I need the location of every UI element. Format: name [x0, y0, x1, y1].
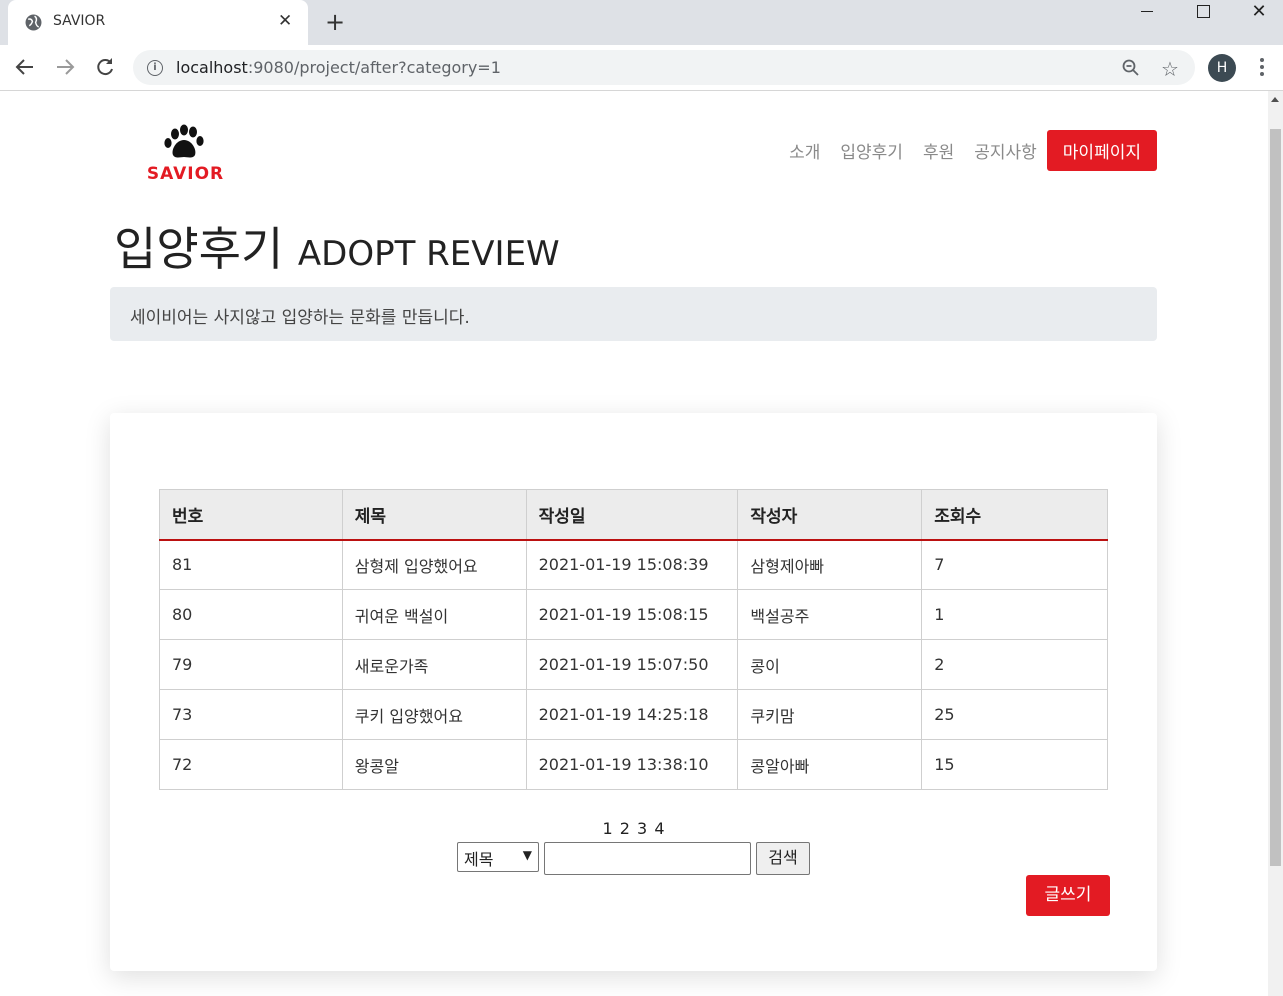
- info-icon[interactable]: i: [147, 60, 163, 76]
- back-icon[interactable]: [13, 55, 37, 79]
- browser-tabstrip: SAVIOR ✕ + ✕: [0, 0, 1283, 45]
- cell-views: 25: [921, 689, 1108, 740]
- cell-views: 1: [921, 589, 1108, 640]
- cell-views: 2: [921, 639, 1108, 690]
- mypage-button[interactable]: 마이페이지: [1046, 130, 1157, 171]
- pagination: 1 2 3 4: [110, 819, 1157, 838]
- page-link[interactable]: 1: [602, 819, 612, 838]
- zoom-icon[interactable]: [1122, 59, 1140, 77]
- col-header-title: 제목: [341, 489, 527, 541]
- page-link[interactable]: 2: [620, 819, 630, 838]
- cell-views: 7: [921, 539, 1108, 590]
- bookmark-star-icon[interactable]: ☆: [1161, 57, 1179, 81]
- browser-toolbar: i localhost:9080/project/after?category=…: [0, 45, 1283, 91]
- cell-title-link[interactable]: 쿠키 입양했어요: [341, 689, 527, 740]
- minimize-icon[interactable]: [1119, 0, 1175, 30]
- cell-title-link[interactable]: 왕콩알: [341, 739, 527, 790]
- profile-avatar[interactable]: H: [1208, 54, 1236, 82]
- tab-title: SAVIOR: [53, 13, 106, 29]
- table-row[interactable]: 80 귀여운 백설이 2021-01-19 15:08:15 백설공주 1: [159, 589, 1108, 640]
- cell-number: 79: [159, 639, 343, 690]
- cell-number: 80: [159, 589, 343, 640]
- table-row[interactable]: 79 새로운가족 2021-01-19 15:07:50 콩이 2: [159, 639, 1108, 690]
- cell-title-link[interactable]: 귀여운 백설이: [341, 589, 527, 640]
- tagline-text: 세이비어는 사지않고 입양하는 문화를 만듭니다.: [130, 308, 470, 328]
- cell-date: 2021-01-19 13:38:10: [525, 739, 739, 790]
- cell-author: 콩이: [737, 639, 923, 690]
- url-text: localhost:9080/project/after?category=1: [176, 58, 501, 77]
- cell-title-link[interactable]: 삼형제 입양했어요: [341, 539, 527, 590]
- cell-title-link[interactable]: 새로운가족: [341, 639, 527, 690]
- nav-item-adopt-review[interactable]: 입양후기: [840, 138, 903, 163]
- new-tab-icon[interactable]: +: [325, 8, 345, 36]
- col-header-number: 번호: [159, 489, 343, 541]
- cell-views: 15: [921, 739, 1108, 790]
- col-header-views: 조회수: [921, 489, 1108, 541]
- cell-date: 2021-01-19 15:08:15: [525, 589, 739, 640]
- scroll-thumb[interactable]: [1270, 129, 1281, 866]
- table-row[interactable]: 81 삼형제 입양했어요 2021-01-19 15:08:39 삼형제아빠 7: [159, 539, 1108, 590]
- search-field-value: 제목: [464, 850, 494, 869]
- page-link[interactable]: 4: [654, 819, 664, 838]
- cell-date: 2021-01-19 15:08:39: [525, 539, 739, 590]
- main-nav: 소개 입양후기 후원 공지사항 마이페이지: [769, 130, 1157, 171]
- cell-author: 쿠키맘: [737, 689, 923, 740]
- cell-number: 73: [159, 689, 343, 740]
- nav-item-donate[interactable]: 후원: [923, 138, 954, 163]
- search-input[interactable]: [544, 842, 751, 875]
- cell-date: 2021-01-19 15:07:50: [525, 639, 739, 690]
- cell-date: 2021-01-19 14:25:18: [525, 689, 739, 740]
- page-link[interactable]: 3: [637, 819, 647, 838]
- address-bar[interactable]: i localhost:9080/project/after?category=…: [133, 50, 1195, 85]
- browser-tab[interactable]: SAVIOR ✕: [8, 0, 308, 45]
- url-path: :9080/project/after?category=1: [247, 58, 501, 77]
- reload-icon[interactable]: [93, 55, 117, 79]
- page-scrollbar[interactable]: [1268, 91, 1283, 996]
- forward-icon[interactable]: [53, 55, 77, 79]
- nav-item-notice[interactable]: 공지사항: [974, 138, 1037, 163]
- page-title: 입양후기 ADOPT REVIEW: [114, 213, 560, 279]
- title-subtitle: ADOPT REVIEW: [297, 234, 560, 274]
- globe-icon: [25, 14, 42, 31]
- url-host: localhost: [176, 58, 248, 77]
- paw-icon: [164, 124, 204, 158]
- page: SAVIOR 소개 입양후기 후원 공지사항 마이페이지 입양후기 ADOPT …: [0, 91, 1268, 996]
- col-header-date: 작성일: [525, 489, 739, 541]
- table-row[interactable]: 73 쿠키 입양했어요 2021-01-19 14:25:18 쿠키맘 25: [159, 689, 1108, 740]
- maximize-icon[interactable]: [1175, 0, 1231, 30]
- search-button[interactable]: 검색: [756, 842, 810, 875]
- chevron-down-icon: ▼: [522, 848, 532, 862]
- title-text: 입양후기: [114, 222, 284, 276]
- cell-author: 백설공주: [737, 589, 923, 640]
- review-table: 번호 제목 작성일 작성자 조회수 81 삼형제 입양했어요 2021-01-1…: [159, 489, 1108, 790]
- search-field-select[interactable]: 제목 ▼: [457, 842, 539, 872]
- board-card: 번호 제목 작성일 작성자 조회수 81 삼형제 입양했어요 2021-01-1…: [110, 413, 1157, 971]
- site-logo[interactable]: SAVIOR: [138, 124, 233, 184]
- browser-menu-icon[interactable]: [1254, 55, 1270, 81]
- cell-number: 81: [159, 539, 343, 590]
- logo-text: SAVIOR: [146, 164, 225, 184]
- nav-item-about[interactable]: 소개: [789, 138, 820, 163]
- tagline-banner: 세이비어는 사지않고 입양하는 문화를 만듭니다.: [110, 287, 1157, 341]
- cell-author: 삼형제아빠: [737, 539, 923, 590]
- table-row[interactable]: 72 왕콩알 2021-01-19 13:38:10 콩알아빠 15: [159, 739, 1108, 790]
- write-button[interactable]: 글쓰기: [1026, 875, 1110, 916]
- close-tab-icon[interactable]: ✕: [278, 11, 292, 31]
- table-header-row: 번호 제목 작성일 작성자 조회수: [159, 489, 1108, 541]
- cell-number: 72: [159, 739, 343, 790]
- scroll-up-icon[interactable]: [1271, 97, 1279, 102]
- cell-author: 콩알아빠: [737, 739, 923, 790]
- window-close-icon[interactable]: ✕: [1231, 0, 1283, 30]
- col-header-author: 작성자: [737, 489, 923, 541]
